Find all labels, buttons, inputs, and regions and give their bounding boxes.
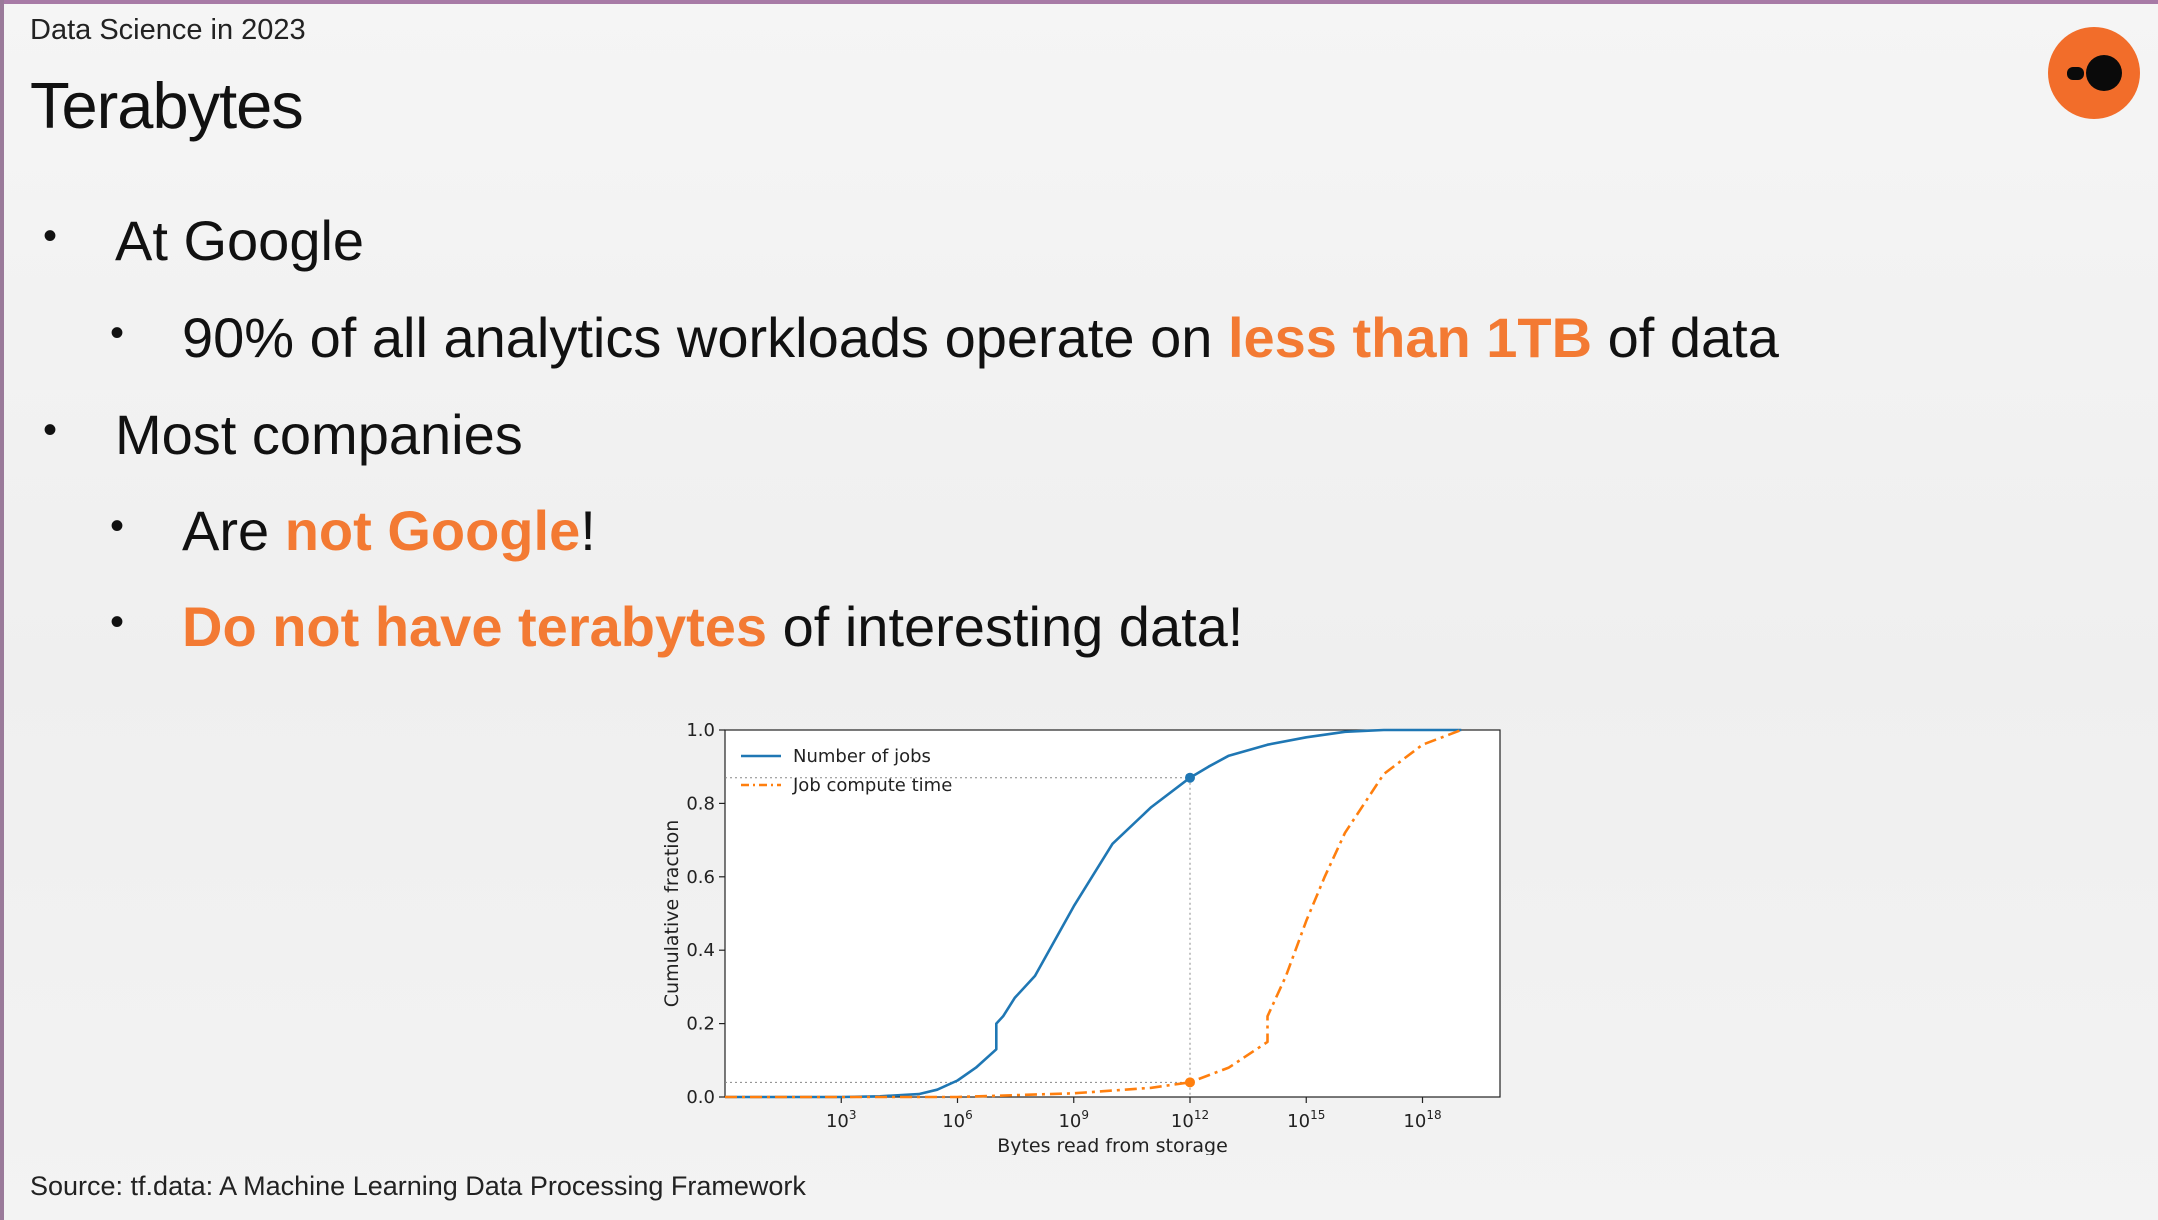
bullet-dot-icon: • [110,504,125,548]
bullet-text-tail: of data [1592,306,1779,369]
logo-dot [2086,55,2122,91]
x-tick-label: 103 [826,1108,857,1132]
x-tick-label: 106 [942,1108,973,1132]
highlight-not-google: not Google [284,499,581,562]
bullet-text: Most companies [115,403,523,466]
bullet-dot-icon: • [110,600,125,644]
x-tick-label: 1015 [1287,1108,1325,1132]
legend-label: Number of jobs [793,746,931,767]
highlight-less-than-1tb: less than 1TB [1227,306,1593,369]
x-tick-label: 1018 [1403,1108,1441,1132]
orange-circle-logo-icon [2048,27,2140,119]
data-point-marker [1185,1077,1195,1088]
y-axis-label: Cumulative fraction [661,820,683,1007]
y-tick-label: 0.2 [686,1014,715,1035]
bullet-text-tail: of interesting data! [767,595,1244,658]
y-tick-label: 0.6 [686,867,715,888]
slide-title: Terabytes [30,69,304,142]
y-tick-label: 0.4 [686,940,715,961]
bullet-text: 90% of all analytics workloads operate o… [182,306,1228,369]
data-point-marker [1185,772,1195,783]
bullet-text: Are [182,499,285,562]
logo-bar [2067,67,2084,80]
bullet-most-companies: • Most companies [43,402,523,467]
bullet-no-terabytes: • Do not have terabytes of interesting d… [110,594,1244,659]
y-tick-label: 0.8 [686,793,715,814]
bullet-text-tail: ! [580,499,596,562]
cdf-chart: 0.0 0.2 0.4 0.6 0.8 1.0 103 106 109 1012 1015 1018 B… [661,720,1501,1155]
slide-kicker: Data Science in 2023 [30,14,306,46]
legend-label: Job compute time [792,775,952,796]
bullet-dot-icon: • [43,408,58,452]
source-citation: Source: tf.data: A Machine Learning Data… [30,1171,806,1201]
highlight-no-terabytes: Do not have terabytes [182,595,768,658]
left-border [0,0,4,1220]
x-tick-label: 1012 [1171,1108,1209,1132]
y-tick-label: 0.0 [686,1087,715,1108]
bullet-at-google: • At Google [43,208,365,273]
bullet-dot-icon: • [110,311,125,355]
bullet-not-google: • Are not Google! [110,498,596,563]
bullet-analytics-workloads: • 90% of all analytics workloads operate… [110,305,1779,370]
bullet-dot-icon: • [43,214,58,258]
top-border [0,0,2158,4]
y-tick-label: 1.0 [686,720,715,741]
x-tick-label: 109 [1058,1108,1089,1132]
x-axis-label: Bytes read from storage [997,1135,1228,1155]
bullet-text: At Google [115,209,365,272]
